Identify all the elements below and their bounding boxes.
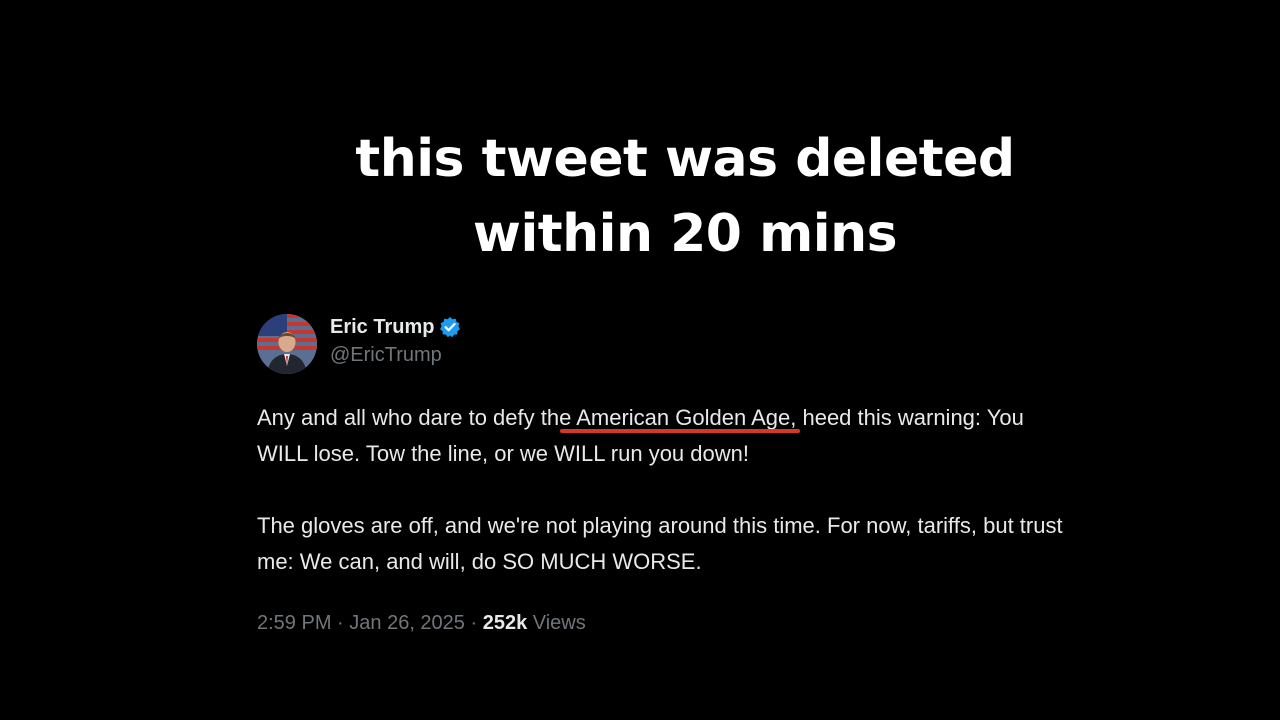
overlay-caption: this tweet was deleted within 20 mins — [0, 122, 1280, 272]
tweet-time[interactable]: 2:59 PM — [257, 612, 331, 634]
tweet-paragraph-2: The gloves are off, and we're not playin… — [257, 513, 1063, 574]
meta-separator: · — [331, 612, 350, 634]
tweet-header: Eric Trump @EricTrump — [257, 312, 1057, 376]
caption-line-1: this tweet was deleted — [355, 129, 1015, 189]
tweet-text-segment: Any and all who dare to defy the — [257, 405, 577, 430]
tweet-paragraph-1: Any and all who dare to defy the America… — [257, 400, 1067, 472]
author-identity: Eric Trump @EricTrump — [330, 314, 461, 368]
caption-line-2: within 20 mins — [472, 204, 898, 264]
author-handle[interactable]: @EricTrump — [330, 342, 461, 368]
highlighted-phrase: American Golden Age, — [560, 405, 801, 433]
tweet-date[interactable]: Jan 26, 2025 — [349, 612, 465, 634]
views-label: Views — [527, 612, 586, 634]
red-underline-annotation — [560, 429, 801, 433]
profile-photo-icon[interactable] — [257, 314, 317, 374]
tweet-text: Any and all who dare to defy the America… — [257, 400, 1067, 580]
highlighted-phrase-text: American Golden Age, — [576, 405, 797, 430]
meta-separator: · — [464, 612, 483, 634]
tweet-card: Eric Trump @EricTrump Any and all who da… — [257, 312, 1063, 636]
author-display-name[interactable]: Eric Trump — [330, 314, 434, 340]
name-row: Eric Trump — [330, 314, 461, 340]
verified-badge-icon — [439, 316, 461, 338]
views-count[interactable]: 252k — [483, 612, 528, 634]
tweet-meta: 2:59 PM · Jan 26, 2025 · 252k Views — [257, 610, 1057, 636]
video-frame: this tweet was deleted within 20 mins Er… — [0, 0, 1280, 720]
